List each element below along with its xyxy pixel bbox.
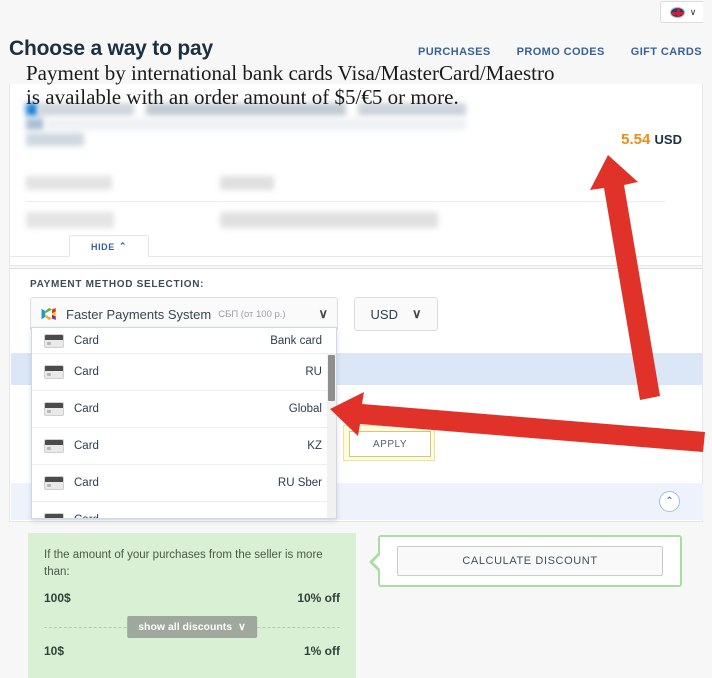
discount-separator: show all discounts ∨	[44, 616, 340, 639]
apply-button[interactable]: APPLY	[349, 431, 431, 457]
nav-link-gift-cards[interactable]: GIFT CARDS	[631, 46, 702, 58]
payment-method-name: Faster Payments System	[66, 306, 212, 322]
credit-card-icon	[44, 365, 64, 379]
divider	[26, 201, 666, 202]
banner-line-1: Payment by international bank cards Visa…	[26, 61, 555, 85]
option-region: RU	[305, 366, 322, 378]
option-region: KZ	[307, 440, 322, 452]
chevron-down-icon: ∨	[238, 621, 246, 634]
currency-select[interactable]: USD ∨	[354, 297, 438, 331]
credit-card-icon	[44, 402, 64, 416]
sbp-logo-icon	[40, 305, 58, 323]
option-region: Global	[288, 403, 322, 415]
nav-link-promo-codes[interactable]: PROMO CODES	[517, 46, 605, 58]
discount-tier-amount: 100$	[44, 591, 71, 606]
credit-card-icon	[44, 333, 64, 348]
dropdown-option[interactable]: Card RU	[32, 354, 336, 391]
show-all-label: show all discounts	[138, 621, 233, 634]
chevron-down-icon: ∨	[318, 306, 328, 321]
payment-method-section-label: PAYMENT METHOD SELECTION:	[30, 279, 205, 290]
seller-discount-box: If the amount of your purchases from the…	[28, 533, 356, 678]
discount-intro-text: If the amount of your purchases from the…	[44, 549, 323, 578]
order-total-price: 5.54 USD	[621, 131, 682, 148]
payment-method-note: СБП (от 100 р.)	[218, 308, 286, 320]
redacted-block	[26, 133, 84, 146]
payment-method-select[interactable]: Faster Payments System СБП (от 100 р.) ∨	[30, 297, 338, 331]
browser-top-bar: ∨	[0, 0, 712, 25]
redacted-block	[26, 118, 44, 130]
payment-method-dropdown[interactable]: Card Bank card Card RU Card Global Card …	[31, 327, 337, 519]
discount-tier-off: 10% off	[297, 591, 340, 606]
option-name: Card	[74, 440, 99, 452]
dropdown-option[interactable]: Card	[32, 502, 336, 518]
option-name: Card	[74, 334, 99, 347]
order-summary-card: 5.54 USD HIDE ⌃	[9, 84, 704, 266]
dropdown-option[interactable]: Card Bank card	[32, 328, 336, 354]
chevron-down-icon: ∨	[411, 306, 422, 321]
dropdown-option[interactable]: Card RU Sber	[32, 465, 336, 502]
show-all-discounts-button[interactable]: show all discounts ∨	[127, 616, 257, 639]
header-nav: PURCHASES PROMO CODES GIFT CARDS	[418, 46, 702, 58]
banner-line-2: is available with an order amount of $5/…	[26, 84, 459, 109]
price-amount: 5.54	[621, 131, 651, 148]
redacted-block	[46, 118, 466, 130]
redacted-block	[26, 176, 112, 190]
discount-tier-row: 100$ 10% off	[44, 591, 340, 605]
hide-details-tab[interactable]: HIDE ⌃	[69, 235, 149, 257]
option-region: Bank card	[270, 334, 322, 347]
payment-info-banner: Payment by international bank cards Visa…	[0, 60, 712, 108]
credit-card-icon	[44, 476, 64, 490]
nav-link-purchases[interactable]: PURCHASES	[418, 46, 491, 58]
credit-card-icon	[44, 439, 64, 453]
chevron-up-icon: ⌃	[118, 241, 128, 251]
price-currency: USD	[654, 132, 682, 147]
redacted-block	[26, 212, 114, 228]
redacted-block	[220, 176, 274, 190]
option-name: Card	[74, 514, 99, 518]
discount-tier-off: 1% off	[304, 644, 340, 659]
credit-card-icon	[44, 513, 64, 518]
redacted-block	[220, 212, 438, 228]
option-region: RU Sber	[277, 477, 322, 489]
option-name: Card	[74, 366, 99, 378]
collapse-section-button[interactable]: ⌃	[659, 491, 680, 512]
currency-value: USD	[370, 306, 398, 322]
chevron-down-icon: ∨	[689, 6, 697, 17]
discount-tier-amount: 10$	[44, 644, 65, 659]
page-root: ∨ Choose a way to pay PURCHASES PROMO CO…	[0, 0, 712, 678]
option-name: Card	[74, 403, 99, 415]
apply-highlight-box: APPLY	[343, 425, 435, 461]
calculate-discount-button[interactable]: CALCULATE DISCOUNT	[397, 546, 663, 576]
discount-tier-row: 10$ 1% off	[44, 644, 340, 658]
dropdown-scrollbar-thumb[interactable]	[328, 355, 335, 401]
uk-flag-icon	[669, 6, 685, 18]
language-selector[interactable]: ∨	[660, 1, 706, 23]
dropdown-option[interactable]: Card KZ	[32, 428, 336, 465]
page-header: Choose a way to pay PURCHASES PROMO CODE…	[0, 25, 712, 61]
hide-label: HIDE	[90, 241, 115, 252]
calculate-discount-callout: CALCULATE DISCOUNT	[369, 535, 682, 587]
page-title: Choose a way to pay	[9, 37, 213, 60]
dropdown-option[interactable]: Card Global	[32, 391, 336, 428]
option-name: Card	[74, 477, 99, 489]
